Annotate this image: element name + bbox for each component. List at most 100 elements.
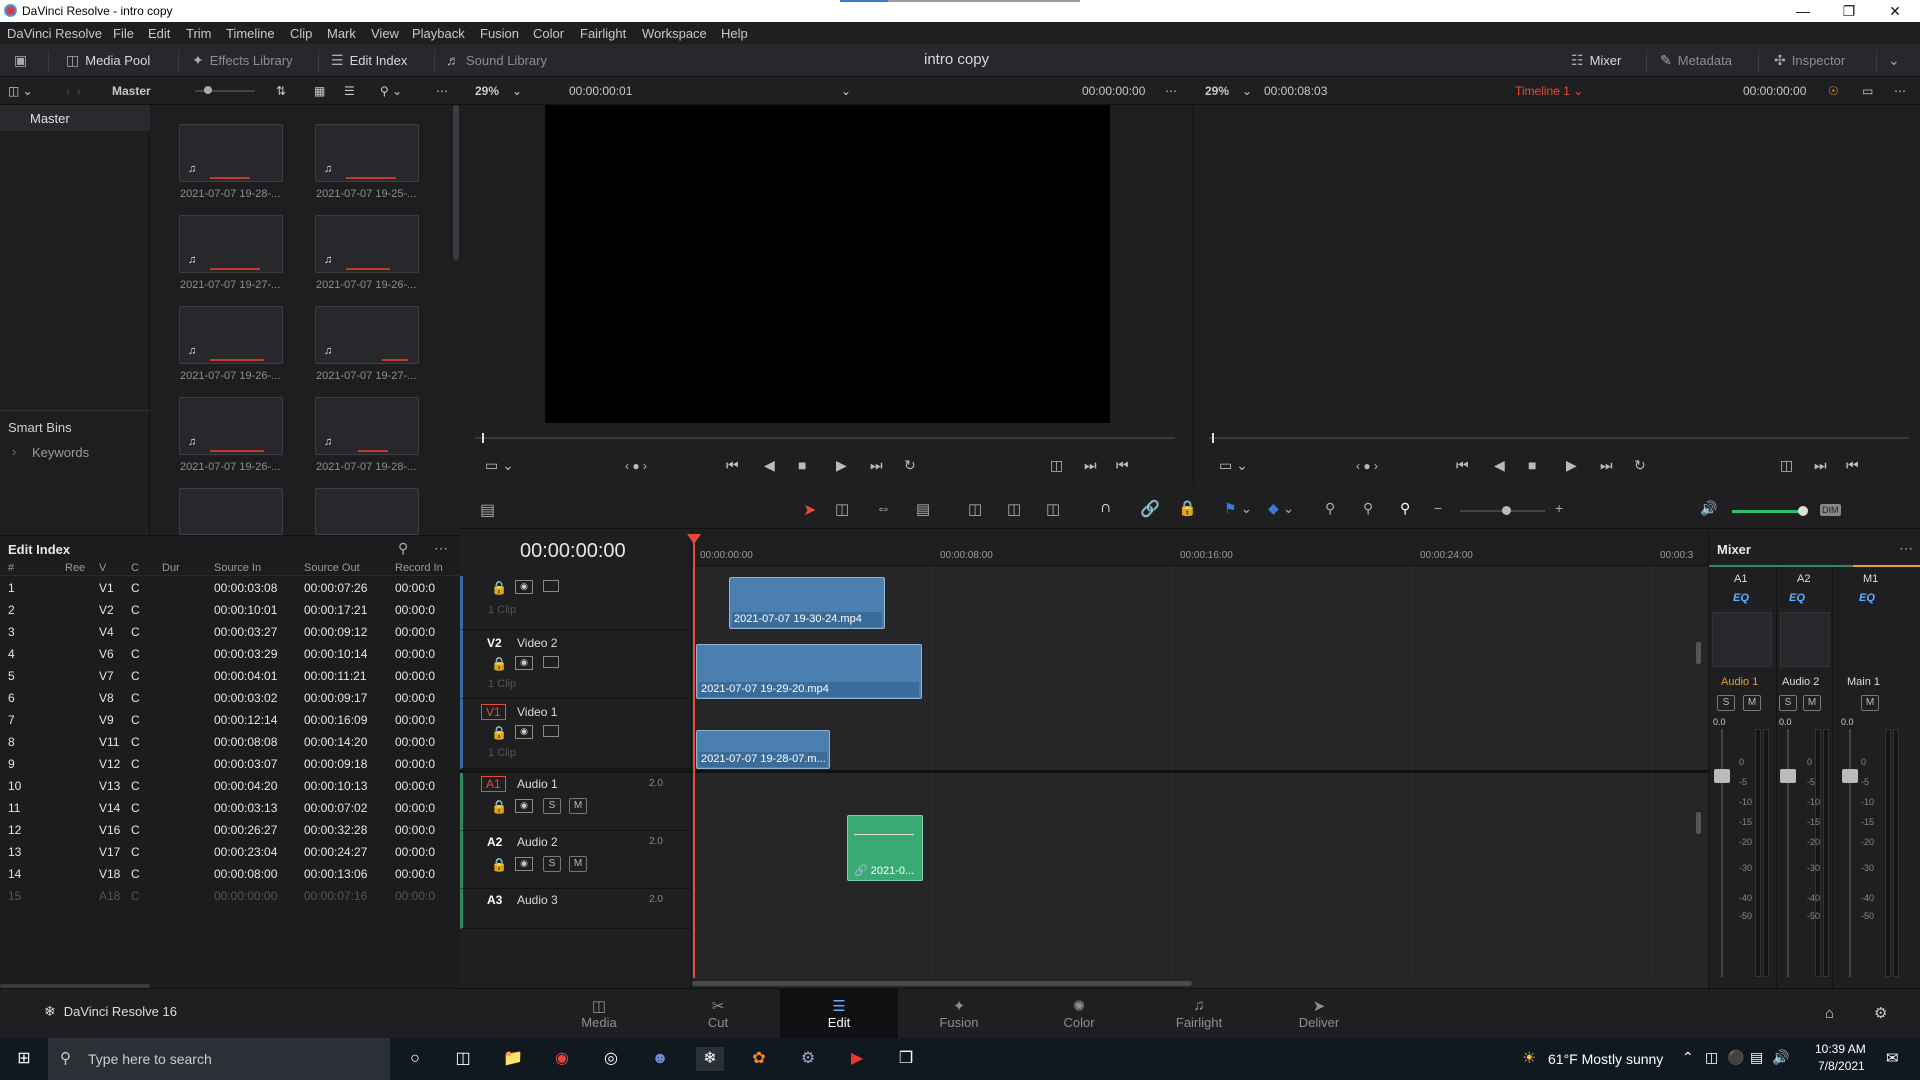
table-row[interactable]: 5 V7 C 00:00:04:01 00:00:11:21 00:00:0 (0, 666, 460, 688)
cortana-icon[interactable]: ○ (401, 1047, 429, 1071)
maximize-button[interactable]: ❐ (1826, 1, 1872, 21)
media-clip-thumb[interactable]: ♫ (179, 306, 283, 364)
skip-start-icon[interactable]: ⏮ (1456, 457, 1469, 474)
chevron-down-icon[interactable]: ⌄ (841, 84, 851, 98)
selection-tool-icon[interactable]: ➤ (803, 500, 816, 520)
program-playhead[interactable] (1212, 433, 1214, 443)
menu-playback[interactable]: Playback (412, 26, 465, 41)
network-icon[interactable]: ▤ (1750, 1049, 1763, 1066)
media-clip-thumb[interactable]: ♫ (179, 215, 283, 273)
viewer-mode-icon[interactable]: ▭ (1862, 84, 1873, 98)
menu-trim[interactable]: Trim (186, 26, 212, 41)
fader-knob[interactable] (1780, 769, 1796, 783)
zoom-full-icon[interactable]: ⚲ (1325, 500, 1335, 517)
page-fusion[interactable]: ✦ Fusion (900, 989, 1018, 1039)
table-row[interactable]: 15 A18 C 00:00:00:00 00:00:07:16 00:00:0 (0, 886, 460, 908)
mute-button[interactable]: M (569, 856, 587, 872)
trim-tool-icon[interactable]: ◫ (835, 500, 849, 518)
stop-icon[interactable]: ■ (1528, 457, 1536, 473)
program-options-icon[interactable]: ⋯ (1894, 84, 1906, 98)
zoom-custom-icon[interactable]: ⚲ (1400, 500, 1410, 517)
mark-out-icon[interactable]: ⏮ (1846, 457, 1859, 474)
solo-button[interactable]: S (543, 798, 561, 814)
menu-mark[interactable]: Mark (327, 26, 356, 41)
chevron-down-icon[interactable]: ⌄ (512, 84, 522, 98)
app-icon[interactable]: ❒ (892, 1047, 920, 1071)
insert-clip-icon[interactable]: ◫ (968, 500, 982, 518)
auto-select-icon[interactable]: ◉ (515, 799, 533, 813)
skip-end-icon[interactable]: ⏭ (1600, 457, 1613, 474)
menu-help[interactable]: Help (721, 26, 748, 41)
program-zoom[interactable]: 29% (1205, 84, 1229, 98)
jog-icon[interactable]: ‹ ● › (1356, 459, 1378, 473)
device-icon[interactable]: ◫ (1705, 1049, 1718, 1066)
video-clip-v1[interactable]: 2021-07-07 19-28-07.m... (696, 730, 830, 769)
pool-options-icon[interactable]: ⋯ (436, 84, 448, 98)
replace-clip-icon[interactable]: ◫ (1046, 500, 1060, 518)
chevron-down-icon[interactable]: ⌄ (1242, 84, 1252, 98)
table-row[interactable]: 8 V11 C 00:00:08:08 00:00:14:20 00:00:0 (0, 732, 460, 754)
lock-icon[interactable]: 🔒 (491, 857, 507, 873)
source-playhead[interactable] (482, 433, 484, 443)
track-name[interactable]: Video 2 (517, 636, 557, 650)
lock-icon[interactable]: 🔒 (491, 799, 507, 815)
home-icon[interactable]: ⌂ (1825, 1005, 1834, 1022)
table-row[interactable]: 4 V6 C 00:00:03:29 00:00:10:14 00:00:0 (0, 644, 460, 666)
track-id[interactable]: A1 (481, 776, 506, 792)
menu-timeline[interactable]: Timeline (226, 26, 275, 41)
sort-icon[interactable]: ⇅ (276, 84, 286, 98)
timeline-timecode[interactable]: 00:00:00:00 (520, 540, 626, 563)
mixer-options-icon[interactable]: ⋯ (1899, 540, 1913, 557)
list-view-icon[interactable]: ☰ (344, 84, 355, 98)
video-clip-v3[interactable]: 2021-07-07 19-30-24.mp4 (729, 577, 885, 629)
eq-button[interactable]: EQ (1733, 592, 1749, 604)
table-row[interactable]: 11 V14 C 00:00:03:13 00:00:07:02 00:00:0 (0, 798, 460, 820)
menu-fusion[interactable]: Fusion (480, 26, 519, 41)
inspector-button[interactable]: ✣ Inspector (1774, 52, 1845, 69)
col-record-in[interactable]: Record In (395, 562, 443, 574)
zoom-slider-knob[interactable] (1502, 506, 1511, 515)
table-row[interactable]: 7 V9 C 00:00:12:14 00:00:16:09 00:00:0 (0, 710, 460, 732)
fader-knob[interactable] (1842, 769, 1858, 783)
clock-date[interactable]: 7/8/2021 (1818, 1059, 1865, 1073)
flag-icon[interactable]: ⚑ ⌄ (1224, 500, 1252, 517)
viewer-size-icon[interactable]: ▭ ⌄ (1219, 457, 1248, 474)
weather-text[interactable]: 61°F Mostly sunny (1548, 1051, 1663, 1067)
taskbar-search-box[interactable]: ⚲ Type here to search (48, 1038, 390, 1080)
discord-icon[interactable]: ☻ (646, 1047, 674, 1071)
solo-button[interactable]: S (543, 856, 561, 872)
track-output-icon[interactable] (543, 725, 559, 737)
chevron-up-icon[interactable]: ⌃ (1682, 1049, 1694, 1066)
notification-icon[interactable]: ✉ (1886, 1049, 1899, 1067)
overwrite-clip-icon[interactable]: ◫ (1007, 500, 1021, 518)
media-pool-button[interactable]: ◫ Media Pool (66, 52, 150, 69)
chrome-icon[interactable]: ◉ (548, 1047, 576, 1071)
table-row[interactable]: 12 V16 C 00:00:26:27 00:00:32:28 00:00:0 (0, 820, 460, 842)
fl-studio-icon[interactable]: ✿ (745, 1047, 773, 1071)
table-row[interactable]: 2 V2 C 00:00:10:01 00:00:17:21 00:00:0 (0, 600, 460, 622)
close-button[interactable]: ✕ (1872, 1, 1918, 21)
table-row[interactable]: 13 V17 C 00:00:23:04 00:00:24:27 00:00:0 (0, 842, 460, 864)
eq-button[interactable]: EQ (1859, 592, 1875, 604)
table-row[interactable]: 14 V18 C 00:00:08:00 00:00:13:06 00:00:0 (0, 864, 460, 886)
track-name[interactable]: Audio 1 (517, 777, 558, 791)
dynamic-trim-icon[interactable]: ⇔ (876, 500, 891, 517)
mixer-button[interactable]: ☷ Mixer (1571, 52, 1621, 69)
loop-icon[interactable]: ↻ (904, 457, 916, 474)
color-sync-icon[interactable]: ☉ (1828, 84, 1839, 98)
snapping-icon[interactable]: ∩ (1100, 499, 1112, 517)
source-scrubber[interactable] (475, 437, 1175, 439)
play-icon[interactable]: ▶ (1566, 457, 1577, 474)
page-media[interactable]: ◫ Media (540, 989, 658, 1039)
audio-tracks-scrollbar[interactable] (1696, 812, 1701, 834)
obs-icon[interactable]: ◎ (597, 1047, 625, 1071)
timeline-view-options-icon[interactable]: ▤ (480, 500, 495, 520)
col-c[interactable]: C (131, 562, 139, 574)
volume-icon[interactable]: 🔊 (1700, 500, 1717, 517)
solo-button[interactable]: S (1779, 695, 1797, 711)
fader-knob[interactable] (1714, 769, 1730, 783)
video-tracks-scrollbar[interactable] (1696, 642, 1701, 664)
col-dur[interactable]: Dur (162, 562, 180, 574)
lock-icon[interactable]: 🔒 (1178, 499, 1197, 517)
step-back-icon[interactable]: ◀ (764, 457, 775, 474)
